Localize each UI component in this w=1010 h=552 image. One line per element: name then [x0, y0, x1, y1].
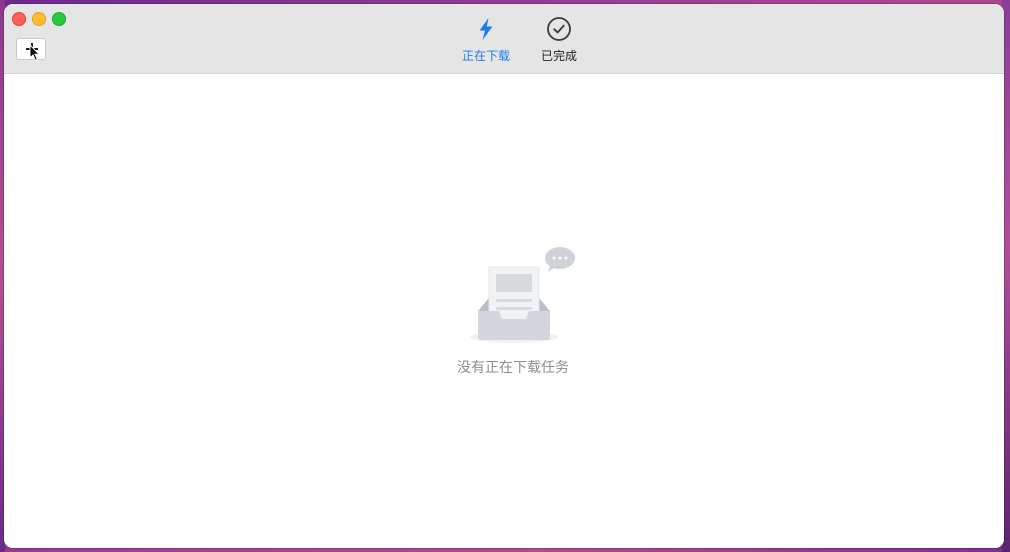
tab-completed[interactable]: 已完成	[538, 16, 580, 64]
app-window: 正在下载 已完成 没有正在下载任务	[4, 4, 1004, 548]
lightning-icon	[479, 18, 493, 40]
tab-completed-label: 已完成	[540, 49, 577, 63]
mouse-cursor-icon	[29, 44, 41, 62]
checkmark-circle-icon	[547, 17, 571, 41]
maximize-window-button[interactable]	[52, 12, 66, 26]
minimize-window-button[interactable]	[32, 12, 46, 26]
titlebar: 正在下载 已完成	[4, 4, 1004, 74]
download-list-area: 没有正在下载任务	[4, 74, 1004, 548]
tab-downloading-label: 正在下载	[461, 49, 510, 63]
tab-downloading[interactable]: 正在下载	[459, 16, 513, 64]
empty-state-message: 没有正在下载任务	[457, 360, 569, 376]
empty-inbox-icon	[470, 247, 575, 343]
close-window-button[interactable]	[12, 12, 26, 26]
